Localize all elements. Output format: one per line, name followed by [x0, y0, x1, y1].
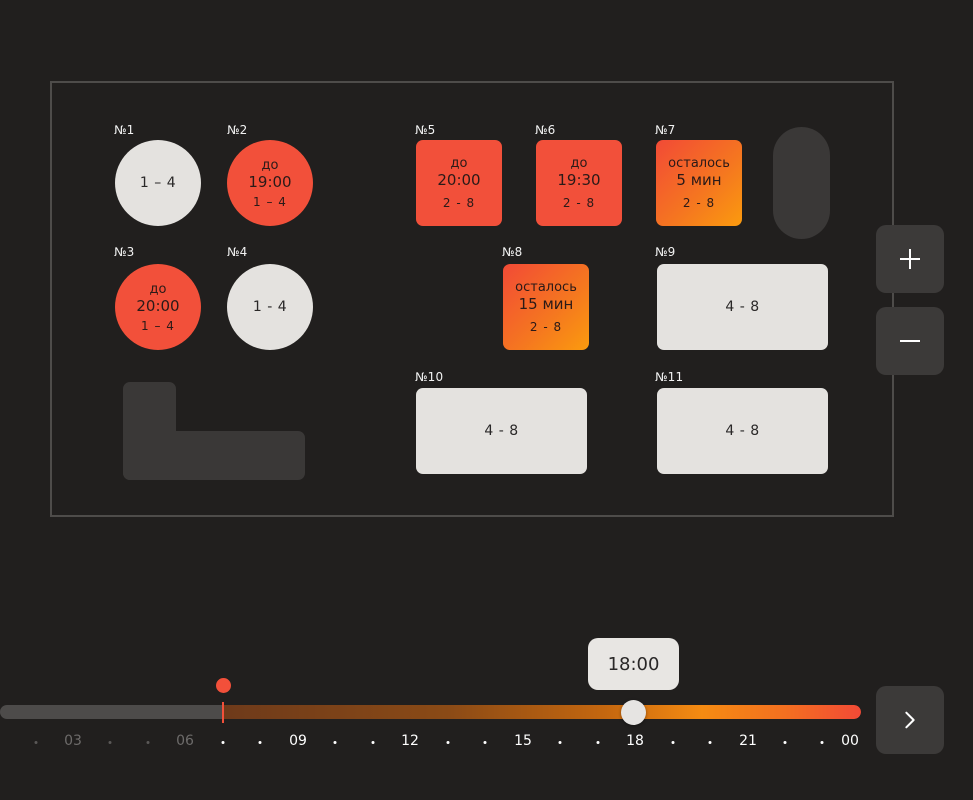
- table-5-status: до: [450, 156, 468, 171]
- tick-dot: [146, 741, 150, 744]
- tick-dot: [671, 741, 675, 744]
- table-2-capacity: 1 – 4: [253, 194, 287, 209]
- table-3[interactable]: до 20:00 1 – 4: [115, 264, 201, 350]
- bar-counter: [123, 382, 305, 480]
- current-time-line: [222, 702, 224, 723]
- table-7-capacity: 2 - 8: [682, 196, 716, 210]
- tick-dot: [446, 741, 450, 744]
- table-4-number: №4: [227, 245, 248, 259]
- table-6-status: до: [570, 156, 588, 171]
- tick-dot: [108, 741, 112, 744]
- table-10-number: №10: [415, 370, 444, 384]
- table-2-status: до: [261, 157, 279, 173]
- table-11-capacity: 4 - 8: [725, 423, 760, 439]
- table-8-time: 15 мин: [518, 295, 574, 313]
- tick-label-18: 18: [626, 733, 644, 749]
- pillar: [773, 127, 830, 239]
- table-4[interactable]: 1 - 4: [227, 264, 313, 350]
- minus-icon: [900, 340, 920, 342]
- table-8-status: осталось: [515, 280, 577, 295]
- table-3-capacity: 1 – 4: [141, 318, 175, 333]
- tick-label-15: 15: [514, 733, 532, 749]
- table-8[interactable]: осталось 15 мин 2 - 8: [503, 264, 589, 350]
- tick-dot: [708, 741, 712, 744]
- zoom-in-button[interactable]: [876, 225, 944, 293]
- table-3-time: 20:00: [136, 296, 180, 315]
- table-9-number: №9: [655, 245, 676, 259]
- chevron-right-icon: [905, 711, 915, 729]
- timeline-slider-handle[interactable]: [621, 700, 646, 725]
- table-3-number: №3: [114, 245, 135, 259]
- tick-dot: [333, 741, 337, 744]
- table-11[interactable]: 4 - 8: [657, 388, 828, 474]
- tick-dot: [820, 741, 824, 744]
- table-5-capacity: 2 - 8: [442, 196, 476, 210]
- table-11-number: №11: [655, 370, 684, 384]
- tick-dot: [483, 741, 487, 744]
- table-9[interactable]: 4 - 8: [657, 264, 828, 350]
- table-5-time: 20:00: [437, 171, 481, 189]
- table-5[interactable]: до 20:00 2 - 8: [416, 140, 502, 226]
- timeline-track[interactable]: [0, 705, 861, 719]
- timeline-ticks: 03 06 09 12 15 18 21 00: [0, 733, 870, 753]
- table-9-capacity: 4 - 8: [725, 299, 760, 315]
- table-5-number: №5: [415, 123, 436, 137]
- table-1-number: №1: [114, 123, 135, 137]
- table-2-time: 19:00: [248, 172, 292, 191]
- selected-time-tooltip: 18:00: [588, 638, 679, 690]
- tick-label-00: 00: [841, 733, 859, 749]
- table-10[interactable]: 4 - 8: [416, 388, 587, 474]
- zoom-out-button[interactable]: [876, 307, 944, 375]
- table-8-capacity: 2 - 8: [529, 320, 563, 334]
- tick-dot: [371, 741, 375, 744]
- timeline-future: [224, 705, 861, 719]
- tick-dot: [783, 741, 787, 744]
- table-7-status: осталось: [668, 156, 730, 171]
- tick-dot: [258, 741, 262, 744]
- table-6-time: 19:30: [557, 171, 601, 189]
- table-7[interactable]: осталось 5 мин 2 - 8: [656, 140, 742, 226]
- current-time-marker: [216, 678, 231, 693]
- tick-dot: [221, 741, 225, 744]
- tick-label-03: 03: [64, 733, 82, 749]
- table-3-status: до: [149, 281, 167, 297]
- table-8-number: №8: [502, 245, 523, 259]
- tick-label-09: 09: [289, 733, 307, 749]
- table-1-capacity: 1 – 4: [139, 175, 177, 191]
- tick-label-06: 06: [176, 733, 194, 749]
- table-7-number: №7: [655, 123, 676, 137]
- table-6-number: №6: [535, 123, 556, 137]
- table-1[interactable]: 1 – 4: [115, 140, 201, 226]
- timeline-past: [0, 705, 224, 719]
- tick-dot: [34, 741, 38, 744]
- tick-label-12: 12: [401, 733, 419, 749]
- table-2-number: №2: [227, 123, 248, 137]
- table-2[interactable]: до 19:00 1 – 4: [227, 140, 313, 226]
- table-6[interactable]: до 19:30 2 - 8: [536, 140, 622, 226]
- table-10-capacity: 4 - 8: [484, 423, 519, 439]
- tick-label-21: 21: [739, 733, 757, 749]
- next-button[interactable]: [876, 686, 944, 754]
- table-6-capacity: 2 - 8: [562, 196, 596, 210]
- tick-dot: [596, 741, 600, 744]
- plus-icon: [900, 249, 920, 269]
- table-7-time: 5 мин: [676, 171, 722, 189]
- table-4-capacity: 1 - 4: [252, 299, 288, 315]
- tick-dot: [558, 741, 562, 744]
